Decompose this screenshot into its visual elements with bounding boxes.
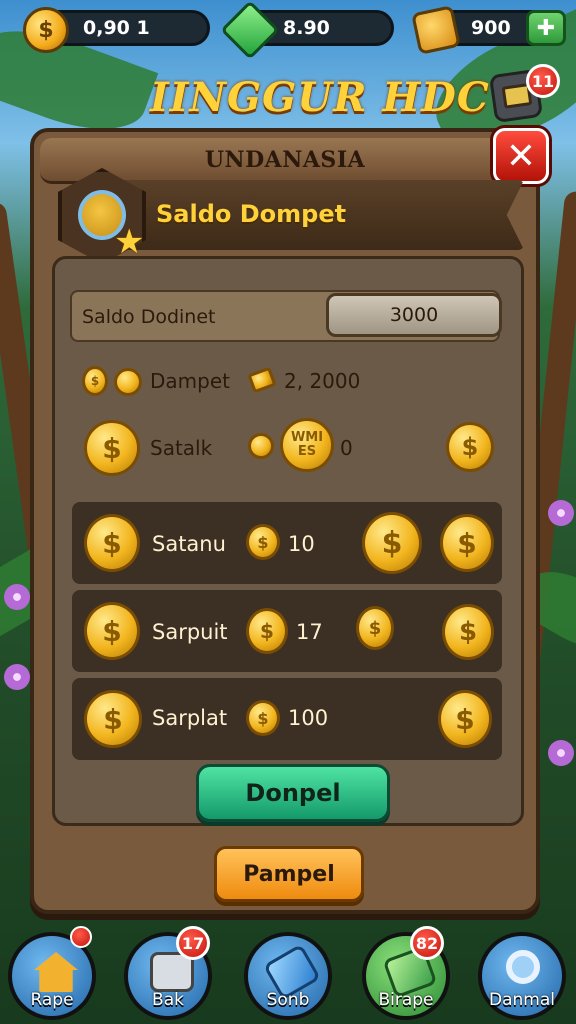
- gem-icon: [220, 0, 280, 60]
- wallet-title: Saldo Dompet: [156, 200, 347, 228]
- add-currency-button[interactable]: ✚: [526, 10, 566, 46]
- gem-amount: 8.90: [283, 17, 330, 39]
- nav-label: Danmal: [489, 990, 555, 1010]
- satalk-label: Satalk: [150, 436, 213, 460]
- flower-decoration: [548, 740, 574, 766]
- home-icon: [34, 952, 78, 992]
- coin-icon[interactable]: $: [438, 690, 492, 748]
- nav-alert-dot: [70, 926, 92, 948]
- coin-icon: [114, 368, 142, 396]
- dompet-value: 2, 2000: [284, 369, 361, 393]
- gem-counter[interactable]: 8.90: [220, 0, 394, 60]
- coin-icon[interactable]: $: [356, 606, 394, 650]
- chest-amount: 900: [471, 17, 511, 39]
- nav-label: Sonb: [266, 990, 310, 1010]
- dompet-label: Dampet: [150, 369, 230, 393]
- chest-icon: [411, 5, 461, 55]
- coin-counter[interactable]: $ 0,90 1: [23, 7, 210, 53]
- coin-icon: $: [84, 602, 140, 660]
- coin-icon[interactable]: $: [362, 512, 422, 574]
- nav-badge: 17: [176, 926, 210, 960]
- nav-label: Birape: [378, 990, 434, 1010]
- coin-icon: $: [84, 690, 142, 748]
- coin-icon: $: [84, 514, 140, 572]
- nav-sonb[interactable]: Sonb: [244, 932, 332, 1020]
- row-value: 100: [288, 706, 329, 730]
- coin-icon: $: [246, 608, 288, 654]
- row-label: Sarpuit: [152, 620, 228, 644]
- coin-stack-icon: $: [82, 366, 108, 396]
- panel-header-title: UNDANASIA: [204, 146, 366, 173]
- nav-danmal[interactable]: Danmal: [478, 932, 566, 1020]
- coin-icon: [248, 433, 274, 459]
- row-label: Sarplat: [152, 706, 228, 730]
- flower-decoration: [4, 664, 30, 690]
- search-icon: [506, 950, 540, 984]
- coin-icon: $: [246, 524, 280, 560]
- coin-icon[interactable]: $: [446, 422, 494, 472]
- resource-bar: $ 0,90 1 8.90 900 ✚: [10, 0, 566, 60]
- row-value: 17: [296, 620, 323, 644]
- balance-field[interactable]: 3000: [326, 293, 502, 337]
- coin-icon[interactable]: $: [442, 604, 494, 660]
- balance-label: Saldo Dodinet: [82, 306, 216, 328]
- coin-icon[interactable]: $: [440, 514, 494, 572]
- row-value: 10: [288, 532, 315, 556]
- coin-icon: $: [84, 420, 140, 476]
- satalk-value: 0: [340, 436, 353, 460]
- coin-icon: $: [23, 7, 69, 53]
- wmi-badge-icon: WMI ES: [280, 418, 334, 472]
- coin-amount: 0,90 1: [83, 17, 150, 39]
- nav-label: Rape: [30, 990, 74, 1010]
- donpel-button[interactable]: Donpel: [196, 764, 390, 822]
- nav-label: Bak: [152, 990, 184, 1010]
- coin-icon: $: [246, 700, 280, 736]
- close-button[interactable]: ✕: [493, 128, 549, 184]
- row-label: Satanu: [152, 532, 226, 556]
- flower-decoration: [548, 500, 574, 526]
- nav-badge: 82: [410, 926, 444, 960]
- pampel-button[interactable]: Pampel: [214, 846, 364, 902]
- game-title: IINGGUR HDC: [150, 74, 490, 121]
- flower-decoration: [4, 584, 30, 610]
- mail-notification-badge: 11: [526, 64, 560, 98]
